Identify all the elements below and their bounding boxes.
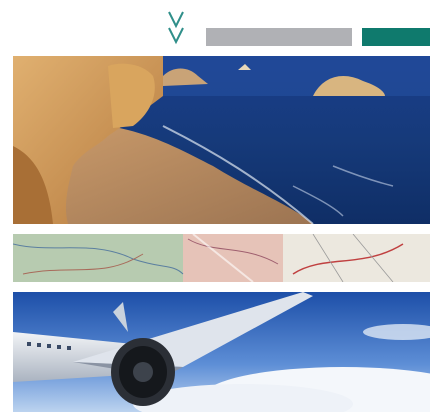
header-bar-teal[interactable] — [362, 28, 430, 46]
double-chevron-down-icon[interactable] — [166, 6, 186, 46]
header-bar-gray[interactable] — [206, 28, 352, 46]
beach-coast-photo — [13, 56, 430, 224]
airplane-photo — [13, 292, 430, 412]
page — [0, 0, 430, 412]
map-strip-photo — [13, 234, 430, 282]
